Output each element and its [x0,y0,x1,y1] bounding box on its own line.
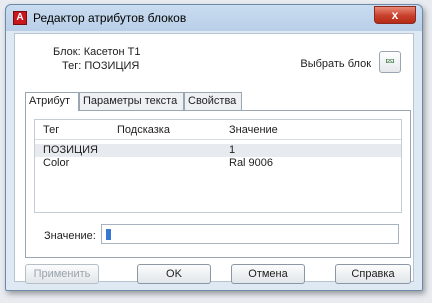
column-header-prompt[interactable]: Подсказка [117,124,170,136]
table-row[interactable]: ПОЗИЦИЯ 1 [35,144,401,157]
autocad-icon: A [13,11,27,25]
attribute-grid[interactable]: Тег Подсказка Значение ПОЗИЦИЯ 1 Color R… [34,119,402,213]
pick-block-icon: ⮹ [384,54,396,69]
block-name-value: Касетон Т1 [83,46,141,58]
tag-info: Тег: ПОЗИЦИЯ [62,60,139,72]
apply-button[interactable]: Применить [25,264,99,284]
tab-attribute[interactable]: Атрибут [25,92,79,111]
grid-header: Тег Подсказка Значение [35,120,401,140]
tag-name-value: ПОЗИЦИЯ [84,60,140,72]
row-value: 1 [229,144,236,156]
table-row[interactable]: Color Ral 9006 [35,157,401,170]
block-label: Блок: [53,46,81,58]
title-bar[interactable]: A Редактор атрибутов блоков x [6,5,422,31]
tab-properties[interactable]: Свойства [184,92,242,110]
ok-button[interactable]: OK [137,264,211,284]
help-button[interactable]: Справка [335,264,411,284]
tab-text-options[interactable]: Параметры текста [79,92,184,110]
value-label: Значение: [44,230,96,242]
window-title: Редактор атрибутов блоков [33,11,187,25]
column-header-tag[interactable]: Тег [43,124,59,136]
dialog-client-area: Блок: Касетон Т1 Тег: ПОЗИЦИЯ Выбрать бл… [14,33,414,284]
close-button[interactable]: x [374,6,416,24]
value-input[interactable]: 1 [101,224,399,244]
block-attribute-editor-window: A Редактор атрибутов блоков x Блок: Касе… [5,4,423,291]
text-cursor [106,228,111,240]
row-tag: Color [43,157,70,169]
cancel-button[interactable]: Отмена [231,264,305,284]
row-value: Ral 9006 [229,157,274,169]
column-header-value[interactable]: Значение [229,124,278,136]
attribute-tab-panel: Тег Подсказка Значение ПОЗИЦИЯ 1 Color R… [25,110,411,258]
pick-block-label: Выбрать блок [300,58,371,70]
pick-block-button[interactable]: ⮹ [379,51,401,73]
row-tag: ПОЗИЦИЯ [43,144,98,156]
block-info: Блок: Касетон Т1 [53,46,140,58]
tag-label: Тег: [62,60,82,72]
